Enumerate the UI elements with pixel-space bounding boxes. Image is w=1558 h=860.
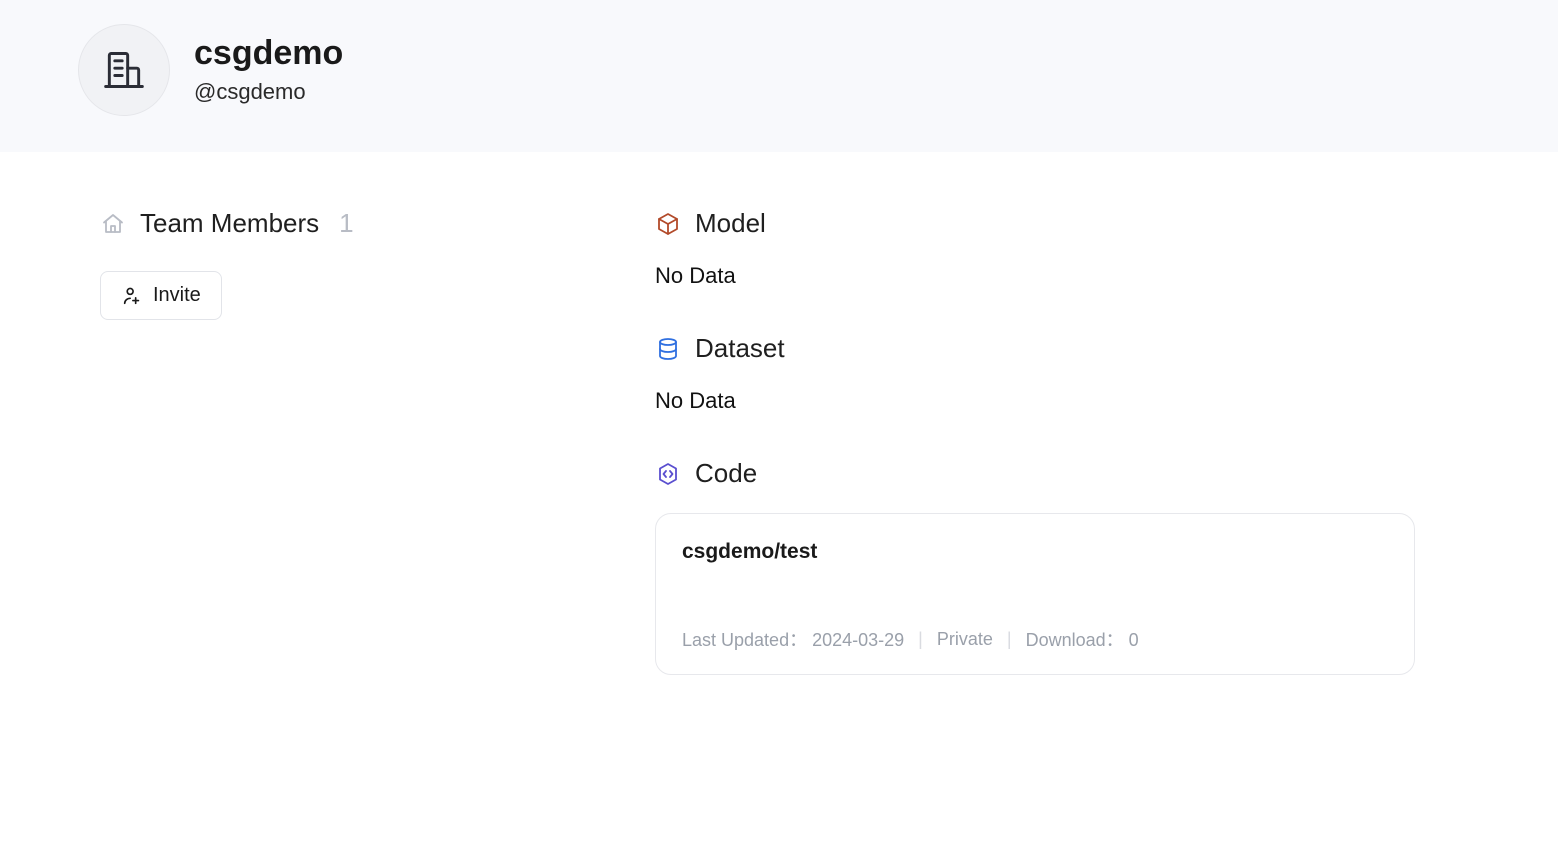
dataset-title: Dataset [695, 333, 785, 364]
home-icon [100, 211, 126, 237]
code-heading: Code [655, 458, 1415, 489]
code-repo-card[interactable]: csgdemo/test Last Updated： 2024-03-29 | … [655, 513, 1415, 675]
last-updated-label: Last Updated： [682, 630, 807, 650]
meta-separator: | [1007, 629, 1012, 650]
cube-icon [655, 211, 681, 237]
org-avatar [78, 24, 170, 116]
invite-label: Invite [153, 284, 201, 307]
code-repo-meta: Last Updated： 2024-03-29 | Private | Dow… [682, 626, 1388, 652]
download-label: Download： [1026, 630, 1124, 650]
org-header: csgdemo @csgdemo [0, 0, 1558, 152]
user-plus-icon [121, 285, 143, 307]
download-value: 0 [1129, 630, 1139, 650]
dataset-no-data: No Data [655, 388, 1415, 414]
code-hex-icon [655, 461, 681, 487]
meta-separator: | [918, 629, 923, 650]
visibility-badge: Private [937, 629, 993, 650]
team-members-heading: Team Members 1 [100, 208, 655, 239]
team-members-count: 1 [339, 208, 353, 239]
database-icon [655, 336, 681, 362]
model-no-data: No Data [655, 263, 1415, 289]
invite-button[interactable]: Invite [100, 271, 222, 320]
last-updated-value: 2024-03-29 [812, 630, 904, 650]
dataset-heading: Dataset [655, 333, 1415, 364]
code-title: Code [695, 458, 757, 489]
org-name: csgdemo [194, 35, 343, 72]
org-handle: @csgdemo [194, 79, 343, 105]
team-members-label: Team Members [140, 208, 319, 239]
model-heading: Model [655, 208, 1415, 239]
building-icon [102, 48, 146, 92]
model-title: Model [695, 208, 766, 239]
code-repo-name: csgdemo/test [682, 540, 1388, 564]
